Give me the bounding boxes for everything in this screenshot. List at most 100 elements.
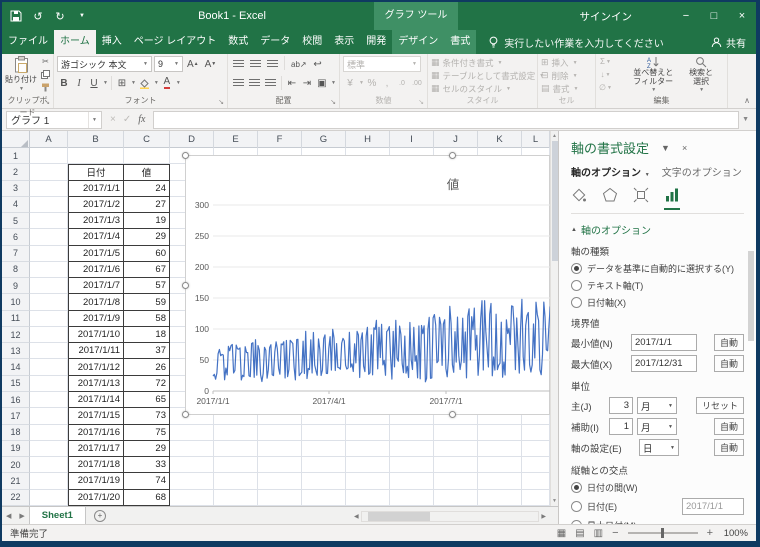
- grid-cell[interactable]: [522, 457, 550, 473]
- row-header-18[interactable]: 18: [2, 425, 30, 441]
- grid-cell[interactable]: 2017/1/1: [68, 181, 124, 197]
- row-header-15[interactable]: 15: [2, 376, 30, 392]
- tell-me-box[interactable]: 実行したい作業を入力してください: [488, 30, 663, 54]
- grid-cell[interactable]: 2017/1/14: [68, 392, 124, 408]
- redo-button[interactable]: ↻: [52, 8, 68, 24]
- align-left-button[interactable]: [231, 75, 246, 91]
- row-header-2[interactable]: 2: [2, 164, 30, 180]
- sign-in-button[interactable]: サインイン: [580, 9, 633, 24]
- align-middle-button[interactable]: [248, 56, 263, 72]
- grid-cell[interactable]: [30, 148, 68, 164]
- insert-function-button[interactable]: fx: [138, 114, 145, 125]
- grid-cell[interactable]: 18: [124, 327, 170, 343]
- minor-unit-select[interactable]: 月▼: [637, 418, 677, 435]
- row-header-13[interactable]: 13: [2, 343, 30, 359]
- max-auto-button[interactable]: 自動: [714, 355, 744, 372]
- grid-cell[interactable]: [30, 229, 68, 245]
- grid-cell[interactable]: [390, 473, 434, 489]
- maximize-button[interactable]: □: [700, 2, 728, 30]
- cut-button[interactable]: ✂: [39, 56, 52, 67]
- tab-axis-options[interactable]: 軸のオプション ▼: [571, 164, 650, 179]
- format-painter-button[interactable]: [39, 82, 52, 93]
- chart-handle-bottom-center[interactable]: [449, 411, 456, 418]
- column-header-A[interactable]: A: [30, 131, 68, 148]
- grid-cell[interactable]: [302, 490, 346, 506]
- number-format-combo[interactable]: 標準▼: [343, 56, 421, 72]
- grid-cell[interactable]: [302, 457, 346, 473]
- align-right-button[interactable]: [263, 75, 278, 91]
- chart-handle-mid-left[interactable]: [182, 282, 189, 289]
- align-center-button[interactable]: [247, 75, 262, 91]
- grid-cell[interactable]: 73: [124, 408, 170, 424]
- italic-button[interactable]: I: [72, 75, 86, 91]
- grid-cell[interactable]: [214, 490, 258, 506]
- grid-cell[interactable]: [30, 213, 68, 229]
- grid-cell[interactable]: 2017/1/12: [68, 359, 124, 375]
- row-header-22[interactable]: 22: [2, 490, 30, 506]
- grid-cell[interactable]: 67: [124, 262, 170, 278]
- column-header-I[interactable]: I: [390, 131, 434, 148]
- horizontal-scrollbar[interactable]: ◀ ▶: [352, 510, 548, 522]
- grid-cell[interactable]: [258, 473, 302, 489]
- column-header-H[interactable]: H: [346, 131, 390, 148]
- max-bound-input[interactable]: 2017/12/31: [631, 355, 697, 372]
- collapse-ribbon-chevron[interactable]: ∧: [744, 96, 750, 105]
- zoom-slider[interactable]: [628, 532, 698, 534]
- radio-max-date[interactable]: 最大日付(M): [571, 519, 744, 524]
- grid-cell[interactable]: 2017/1/20: [68, 490, 124, 506]
- grid-cell[interactable]: 2017/1/7: [68, 278, 124, 294]
- grid-cell[interactable]: [434, 457, 478, 473]
- comma-format-button[interactable]: ,: [380, 75, 394, 91]
- row-header-14[interactable]: 14: [2, 359, 30, 375]
- grid-cell[interactable]: [258, 425, 302, 441]
- grid-cell[interactable]: 37: [124, 343, 170, 359]
- row-header-19[interactable]: 19: [2, 441, 30, 457]
- cancel-entry-button[interactable]: ×: [110, 114, 116, 125]
- row-header-5[interactable]: 5: [2, 213, 30, 229]
- grid-cell[interactable]: [258, 457, 302, 473]
- vertical-scrollbar[interactable]: ▲ ▼: [550, 131, 558, 506]
- grid-cell[interactable]: [522, 490, 550, 506]
- grid-cell[interactable]: 58: [124, 311, 170, 327]
- grid-cell[interactable]: [30, 181, 68, 197]
- qat-customize-chevron[interactable]: ▼: [74, 8, 90, 24]
- column-header-G[interactable]: G: [302, 131, 346, 148]
- number-dialog-launcher[interactable]: ↘: [418, 97, 424, 109]
- font-color-button[interactable]: A: [160, 75, 174, 91]
- row-header-16[interactable]: 16: [2, 392, 30, 408]
- row-header-12[interactable]: 12: [2, 327, 30, 343]
- zoom-out-button[interactable]: −: [612, 527, 618, 539]
- grid-cell[interactable]: [30, 490, 68, 506]
- grid-cell[interactable]: 2017/1/4: [68, 229, 124, 245]
- major-unit-input[interactable]: 3: [609, 397, 633, 414]
- grid-cell[interactable]: [522, 425, 550, 441]
- fill-color-button[interactable]: [137, 75, 152, 91]
- font-name-combo[interactable]: 游ゴシック 本文▼: [57, 56, 152, 72]
- increase-decimal-button[interactable]: .0: [395, 75, 409, 91]
- row-header-4[interactable]: 4: [2, 197, 30, 213]
- page-layout-view-button[interactable]: ▤: [575, 528, 584, 539]
- ribbon-tab-formulas[interactable]: 数式: [222, 30, 254, 54]
- column-header-D[interactable]: D: [170, 131, 214, 148]
- format-cells-button[interactable]: ▤書式▼: [541, 82, 592, 95]
- increase-indent-button[interactable]: ⇥: [300, 75, 314, 91]
- grid-cell[interactable]: 29: [124, 229, 170, 245]
- horizontal-scroll-thumb[interactable]: [368, 512, 430, 521]
- grid-cell[interactable]: [346, 425, 390, 441]
- grid-cell[interactable]: [170, 473, 214, 489]
- paste-button[interactable]: 貼り付け ▼: [5, 56, 37, 92]
- chart-handle-top-left[interactable]: [182, 152, 189, 159]
- align-bottom-button[interactable]: [265, 56, 280, 72]
- row-header-7[interactable]: 7: [2, 246, 30, 262]
- font-dialog-launcher[interactable]: ↘: [218, 97, 224, 109]
- column-header-B[interactable]: B: [68, 131, 124, 148]
- zoom-slider-thumb[interactable]: [661, 528, 664, 538]
- base-auto-button[interactable]: 自動: [714, 439, 744, 456]
- ribbon-tab-review[interactable]: 校閲: [296, 30, 328, 54]
- grid-cell[interactable]: [30, 343, 68, 359]
- line-chart[interactable]: 値0501001502002503002017/1/12017/4/12017/…: [185, 155, 550, 415]
- share-button[interactable]: 共有: [711, 30, 756, 54]
- scroll-up-arrow[interactable]: ▲: [552, 131, 557, 141]
- font-size-combo[interactable]: 9▼: [154, 56, 183, 72]
- grid-cell[interactable]: 2017/1/18: [68, 457, 124, 473]
